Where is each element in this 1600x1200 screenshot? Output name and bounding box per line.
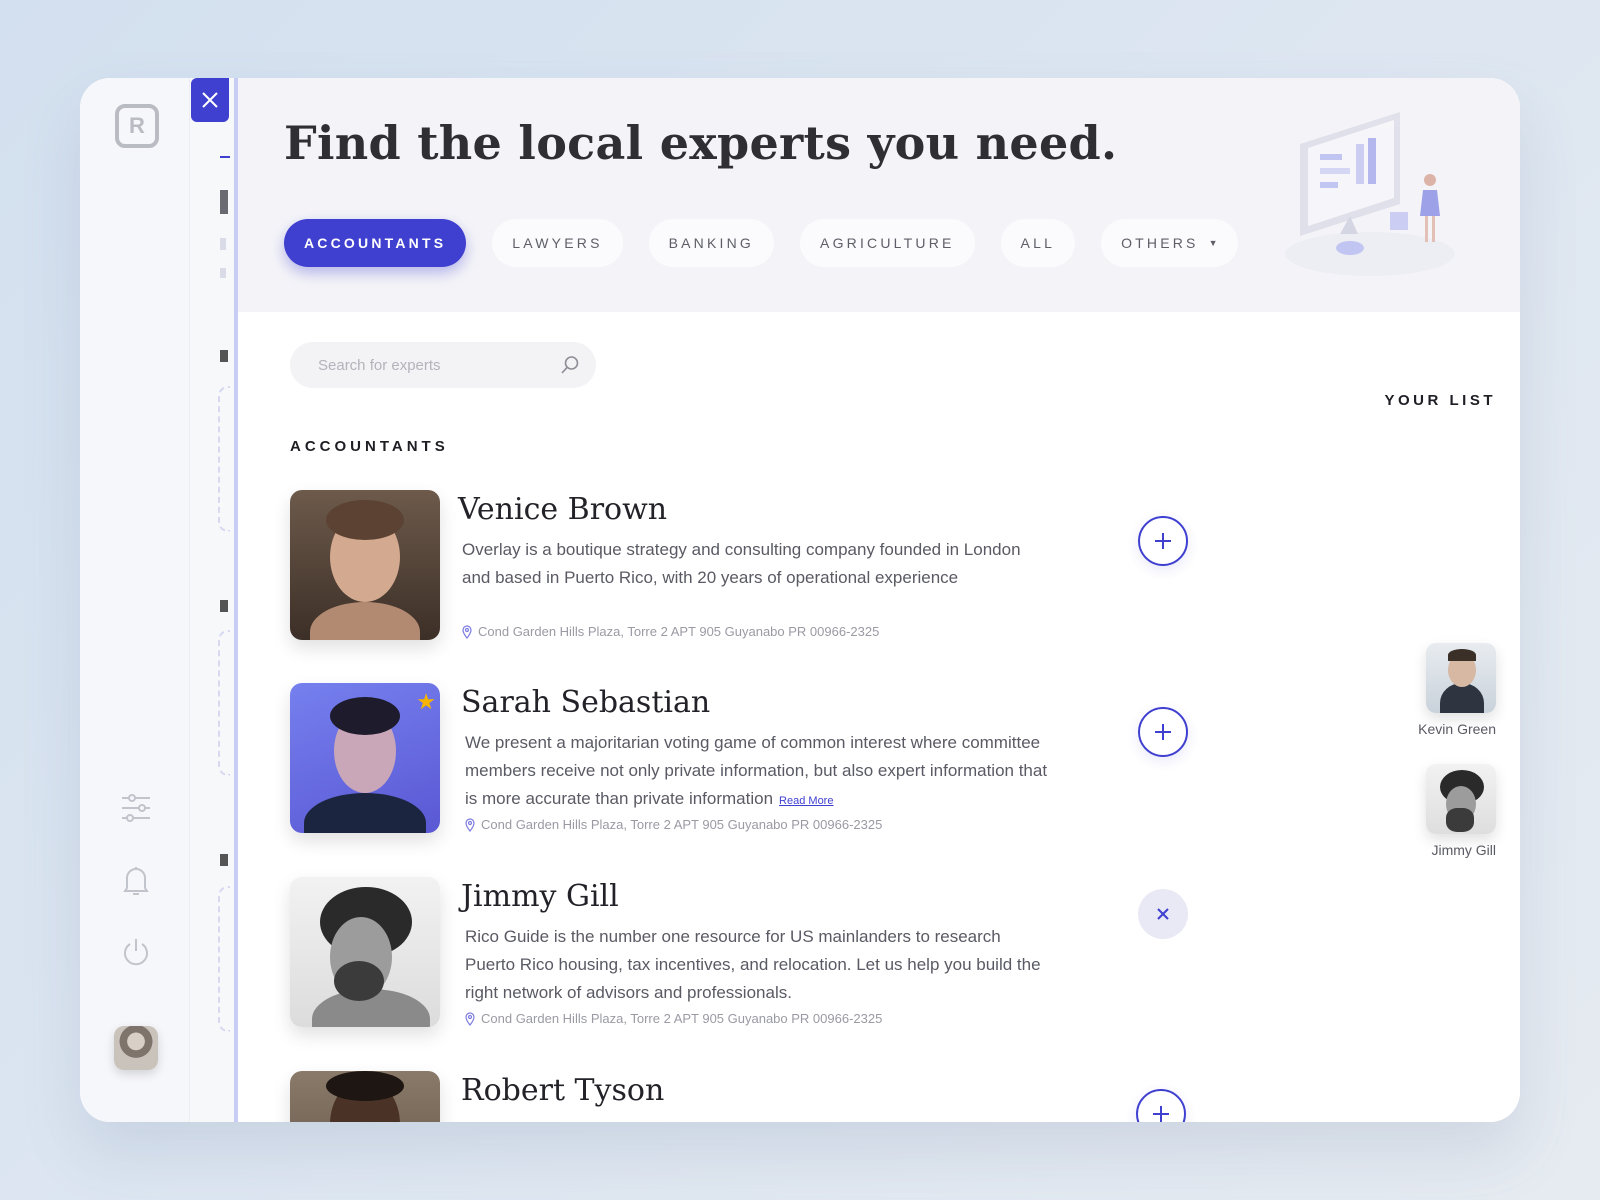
add-expert-button[interactable]: [1136, 1089, 1186, 1122]
expert-name: Robert Tyson: [461, 1073, 665, 1108]
expert-photo[interactable]: [290, 877, 440, 1027]
tab-accountants[interactable]: ACCOUNTANTS: [284, 219, 467, 267]
expert-photo[interactable]: [290, 1071, 440, 1122]
dashboard-illustration-icon: [1285, 112, 1455, 276]
location-pin-icon: [462, 624, 472, 639]
close-panel-button[interactable]: [191, 78, 229, 122]
left-rail: R: [80, 78, 190, 1122]
expert-name: Jimmy Gill: [461, 879, 619, 914]
expert-name: Sarah Sebastian: [461, 685, 711, 720]
tab-all[interactable]: ALL: [1000, 219, 1076, 267]
list-item-name: Jimmy Gill: [1431, 842, 1496, 858]
plus-icon: [1155, 533, 1171, 549]
expert-address: Cond Garden Hills Plaza, Torre 2 APT 905…: [465, 1011, 882, 1026]
tab-banking[interactable]: BANKING: [648, 219, 775, 267]
expert-description: Overlay is a boutique strategy and consu…: [462, 540, 1021, 587]
expert-card: Jimmy Gill Rico Guide is the number one …: [290, 877, 1190, 1029]
page-title: Find the local experts you need.: [284, 116, 1118, 170]
add-expert-button[interactable]: [1138, 707, 1188, 757]
caret-down-icon: ▼: [1208, 238, 1218, 248]
logo-icon[interactable]: R: [115, 104, 159, 148]
close-icon: [202, 92, 218, 108]
filter-sliders-icon[interactable]: [118, 790, 154, 826]
featured-star-icon: ★: [416, 689, 436, 714]
expert-photo[interactable]: [290, 490, 440, 640]
list-avatar: [1426, 764, 1496, 834]
expert-card: Robert Tyson: [290, 1071, 1190, 1122]
list-avatar: [1426, 643, 1496, 713]
user-avatar[interactable]: [114, 1026, 158, 1070]
tab-others-dropdown[interactable]: OTHERS ▼: [1101, 219, 1238, 267]
expert-name: Venice Brown: [458, 492, 668, 527]
list-item-name: Kevin Green: [1418, 721, 1496, 737]
search-icon[interactable]: [560, 355, 580, 375]
expert-address: Cond Garden Hills Plaza, Torre 2 APT 905…: [462, 624, 879, 639]
tab-lawyers[interactable]: LAWYERS: [492, 219, 623, 267]
expert-description: Rico Guide is the number one resource fo…: [465, 927, 1041, 1002]
search-bar[interactable]: [290, 342, 596, 388]
location-pin-icon: [465, 1011, 475, 1026]
expert-card: Venice Brown Overlay is a boutique strat…: [290, 490, 1190, 642]
search-input[interactable]: [318, 356, 560, 374]
close-icon: [1157, 908, 1169, 920]
panel-header: Find the local experts you need. ACCOUNT…: [238, 78, 1520, 312]
section-title: ACCOUNTANTS: [290, 438, 449, 455]
plus-icon: [1153, 1106, 1169, 1122]
expert-card: ★ Sarah Sebastian We present a majoritar…: [290, 683, 1190, 835]
tab-agriculture[interactable]: AGRICULTURE: [800, 219, 975, 267]
category-tabs: ACCOUNTANTS LAWYERS BANKING AGRICULTURE …: [284, 219, 1238, 267]
power-icon[interactable]: [118, 934, 154, 970]
plus-icon: [1155, 724, 1171, 740]
your-list-title: YOUR LIST: [1384, 392, 1496, 409]
expert-photo[interactable]: ★: [290, 683, 440, 833]
bell-icon[interactable]: [118, 862, 154, 898]
app-window: R Find the local experts you need. ACCOU…: [80, 78, 1520, 1122]
expert-address: Cond Garden Hills Plaza, Torre 2 APT 905…: [465, 817, 882, 832]
add-expert-button[interactable]: [1138, 516, 1188, 566]
remove-expert-button[interactable]: [1138, 889, 1188, 939]
read-more-link[interactable]: Read More: [779, 795, 833, 807]
experts-panel: Find the local experts you need. ACCOUNT…: [234, 78, 1520, 1122]
location-pin-icon: [465, 817, 475, 832]
expert-description: We present a majoritarian voting game of…: [465, 733, 1048, 808]
